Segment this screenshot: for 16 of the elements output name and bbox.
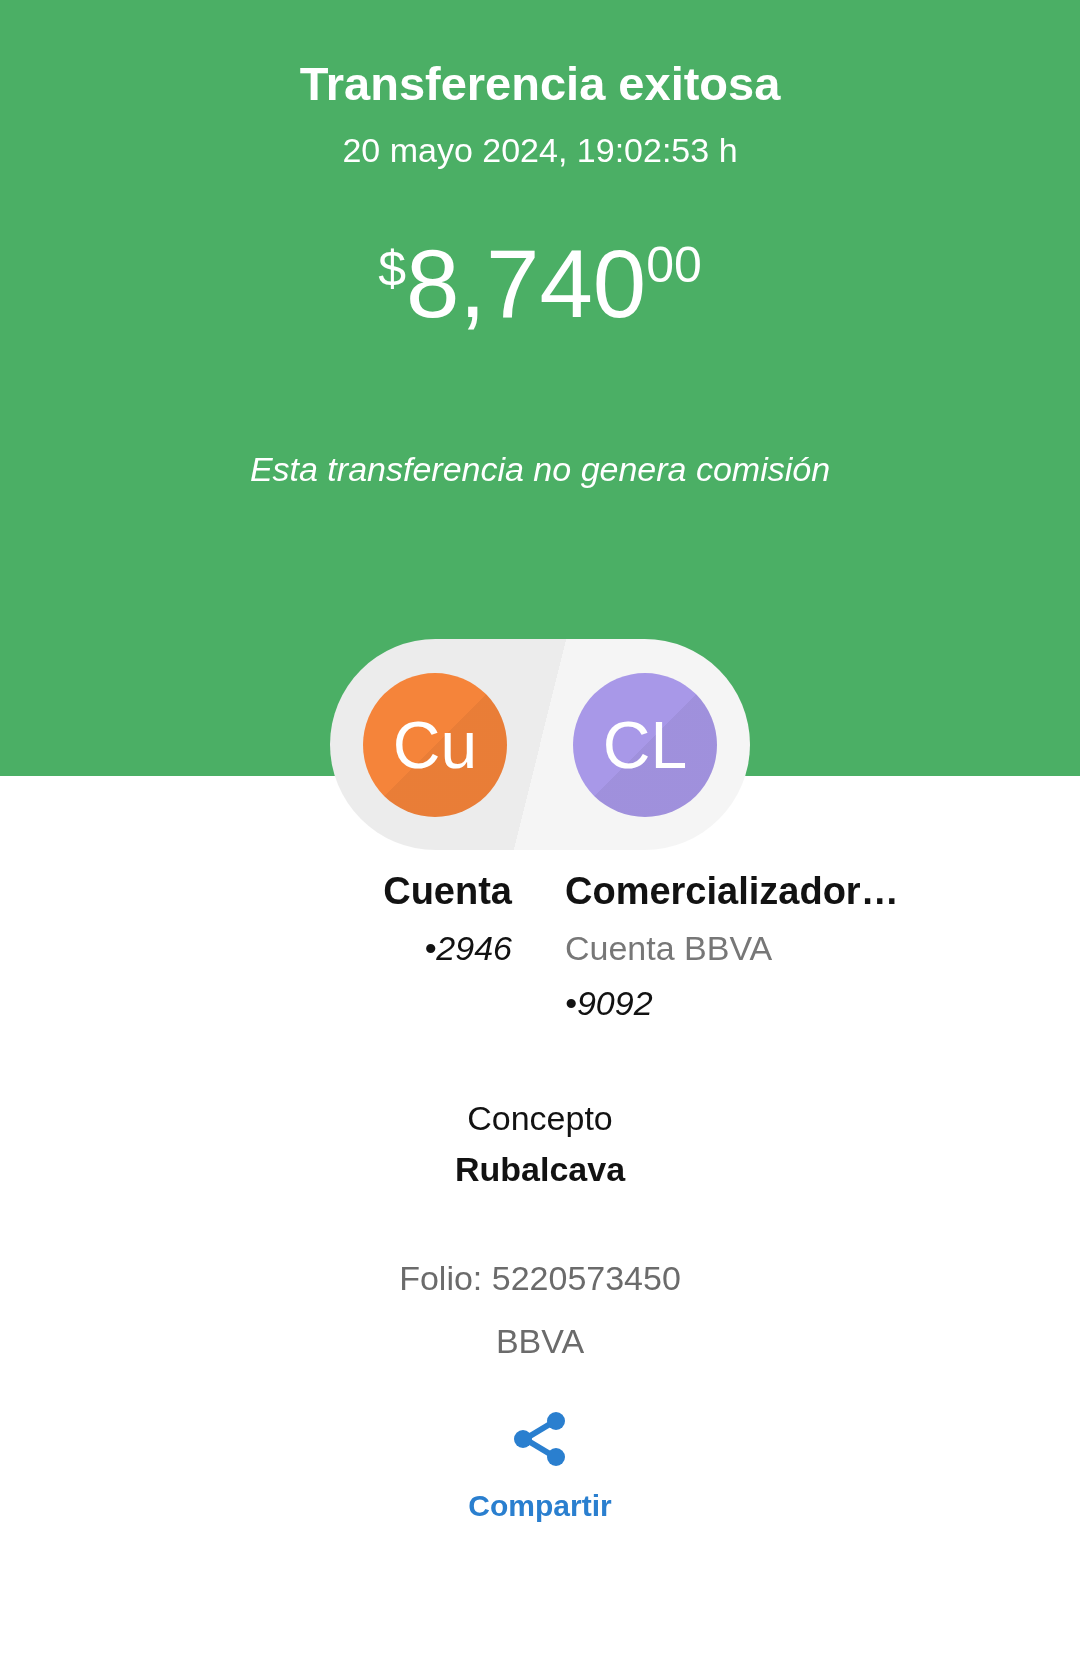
screen-title: Transferencia exitosa (299, 56, 781, 111)
share-button[interactable]: Compartir (468, 1489, 612, 1523)
account-number: •2946 (424, 929, 512, 968)
account-type: Cuenta BBVA (565, 929, 773, 968)
folio: Folio: 5220573450 (399, 1259, 681, 1298)
fee-note: Esta transferencia no genera comisión (249, 450, 831, 489)
account-number: •9092 (565, 984, 653, 1023)
bank-name: BBVA (495, 1322, 585, 1361)
avatar: Cu (363, 672, 507, 817)
concept-label: Concepto (467, 1099, 613, 1138)
avatar: CL (573, 672, 717, 817)
timestamp: 20 mayo 2024, 19:02:53 h (342, 131, 738, 170)
concept-value: Rubalcava (454, 1150, 626, 1189)
share-icon[interactable] (513, 1411, 567, 1467)
account-name: Comercializador… (565, 870, 899, 913)
account-name: Cuenta (383, 870, 512, 913)
